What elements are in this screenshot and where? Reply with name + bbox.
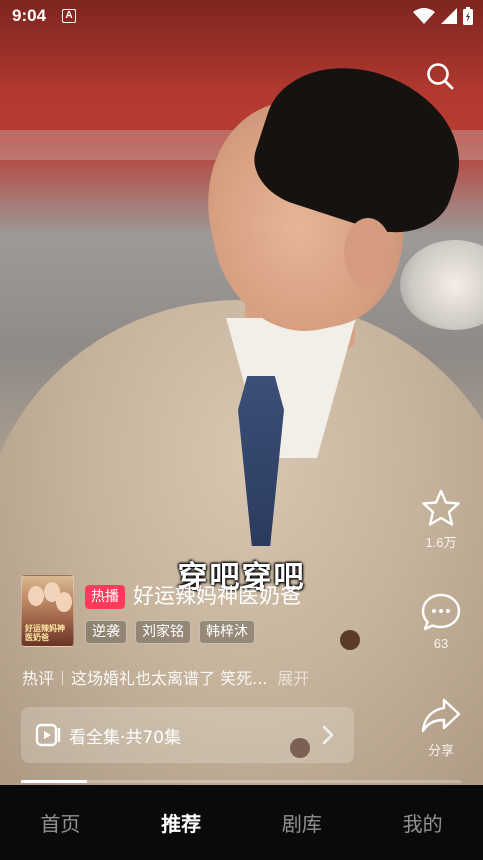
wifi-icon: [413, 8, 435, 24]
search-icon[interactable]: [424, 60, 456, 92]
poster-face: [28, 586, 44, 606]
comment-bubble-icon[interactable]: [420, 592, 462, 632]
bottom-nav: 首页 推荐 剧库 我的: [0, 785, 483, 860]
comment-action[interactable]: 63: [417, 592, 465, 651]
hot-badge: 热播: [85, 585, 125, 609]
drama-title[interactable]: 好运辣妈神医奶爸: [133, 580, 301, 610]
star-icon[interactable]: [421, 488, 461, 528]
chevron-right-icon: [322, 725, 334, 745]
hot-comment[interactable]: 热评 这场婚礼也太离谱了 笑死... 展开: [22, 665, 309, 689]
nav-item-home[interactable]: 首页: [10, 808, 110, 837]
tag-chip[interactable]: 逆袭: [85, 620, 127, 644]
battery-icon: [463, 7, 473, 25]
comment-count: 63: [433, 636, 449, 651]
drama-poster[interactable]: 好运辣妈神医奶爸: [21, 575, 74, 647]
signal-icon: [441, 8, 457, 24]
favorite-action[interactable]: 1.6万: [417, 488, 465, 551]
hot-comment-text: 这场婚礼也太离谱了 笑死...: [71, 669, 268, 688]
watch-all-episodes-button[interactable]: 看全集·共70集: [21, 707, 354, 763]
video-figure-ear: [344, 218, 392, 288]
status-bar: 9:04 A: [0, 0, 483, 34]
video-foreground-blur: [400, 240, 483, 330]
tag-chip[interactable]: 韩梓沐: [199, 620, 255, 644]
poster-title: 好运辣妈神医奶爸: [25, 624, 65, 642]
share-action[interactable]: 分享: [417, 696, 465, 759]
hot-comment-label: 热评: [22, 669, 55, 688]
notification-a-icon: A: [62, 9, 76, 23]
playback-progress-bar[interactable]: [21, 780, 461, 783]
episodes-play-icon: [35, 723, 61, 747]
nav-item-recommend[interactable]: 推荐: [131, 808, 231, 837]
nav-item-mine[interactable]: 我的: [373, 808, 473, 837]
poster-face: [56, 592, 72, 612]
share-label: 分享: [427, 743, 454, 758]
status-icons: [413, 7, 473, 25]
watch-all-label: 看全集·共70集: [69, 727, 182, 748]
expand-button[interactable]: 展开: [277, 669, 309, 688]
suit-button: [340, 630, 360, 650]
favorite-count: 1.6万: [425, 535, 457, 550]
playback-progress-fill: [21, 780, 87, 783]
drama-tags: 逆袭 刘家铭 韩梓沐: [85, 620, 255, 644]
nav-item-library[interactable]: 剧库: [252, 808, 352, 837]
divider: [62, 671, 64, 685]
tag-chip[interactable]: 刘家铭: [135, 620, 191, 644]
status-time: 9:04: [12, 6, 47, 25]
share-arrow-icon[interactable]: [420, 696, 462, 736]
